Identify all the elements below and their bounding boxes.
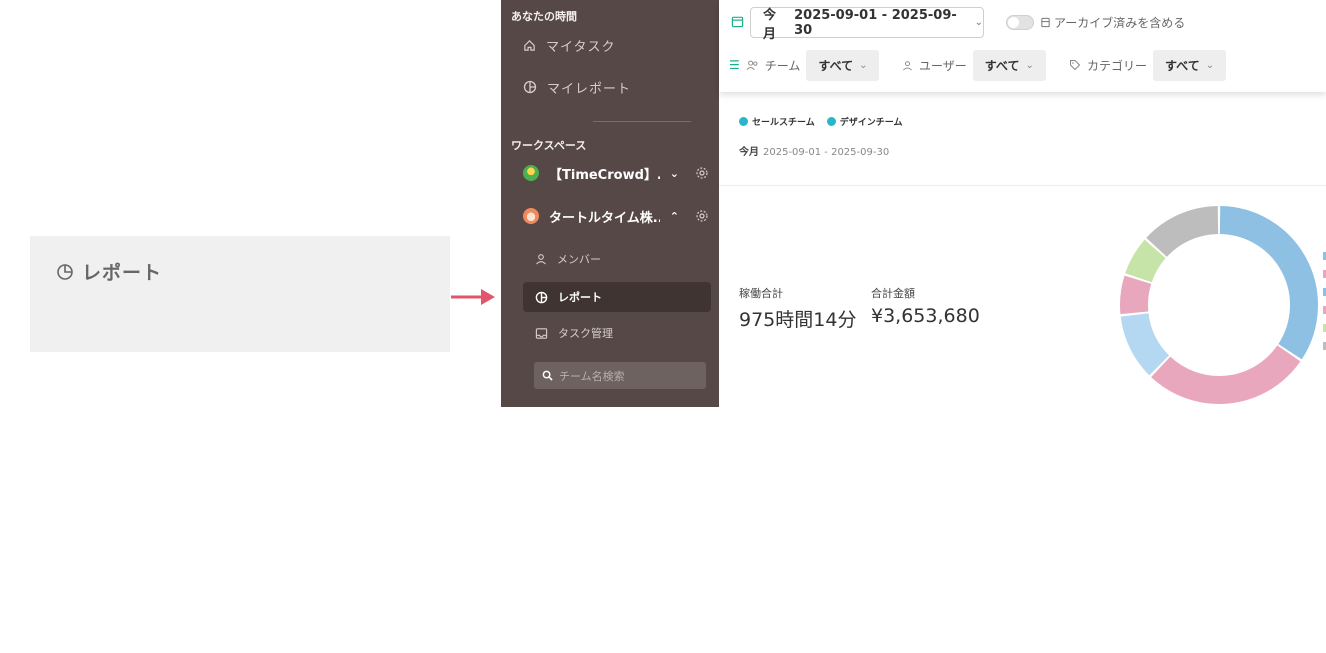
workspace-avatar [523,208,539,224]
team-search-input[interactable]: チーム名検索 [534,362,706,389]
sidebar-item-my-tasks[interactable]: マイタスク [523,31,709,59]
donut-slice[interactable] [1120,312,1170,376]
team-filter-label: チーム [764,58,801,73]
sidebar: あなたの時間 マイタスク マイレポート ワークスペース 【TimeCrowd】.… [501,0,719,407]
donut-slice[interactable] [1219,206,1318,360]
chevron-down-icon: ⌄ [859,59,868,71]
search-icon [542,370,553,381]
filter-bar: 今月 2025-09-01 - 2025-09-30 ⌄ アーカイブ済みを含める… [719,0,1326,92]
sidebar-item-label: マイタスク [546,39,616,55]
work-total-value: 975時間14分 [739,309,857,331]
include-archived-toggle[interactable] [1006,15,1034,30]
team-filter: ☰ チーム すべて ⌄ [729,49,880,81]
gear-icon[interactable] [695,209,709,223]
tag-icon [1070,60,1081,71]
team-select[interactable]: すべて ⌄ [806,49,880,81]
workspace-name: 【TimeCrowd】... [549,167,660,183]
archive-icon [1041,17,1050,28]
category-select[interactable]: すべて ⌄ [1153,49,1227,81]
sidebar-divider [593,121,691,122]
workspace-avatar [523,165,539,181]
filter-icon: ☰ [729,58,740,72]
selected-teams: セールスチーム デザインチーム [739,115,902,128]
period-label: 今月 [763,7,777,42]
search-placeholder: チーム名検索 [559,369,625,383]
team-chip: セールスチーム [739,115,815,128]
period-range: 2025-09-01 - 2025-09-30 [794,7,957,38]
selected-period: 今月 2025-09-01 - 2025-09-30 [739,147,890,158]
donut-slice[interactable] [1151,345,1301,404]
team-globe-icon [826,117,836,126]
category-filter: カテゴリー すべて ⌄ [1069,49,1227,81]
sidebar-item-task-management[interactable]: タスク管理 [523,318,711,348]
include-archived-label: アーカイブ済みを含める [1040,14,1185,31]
sidebar-item-my-report[interactable]: マイレポート [523,73,709,101]
work-total-stat: 稼働合計 975時間14分 [739,285,856,332]
amount-total-stat: 合計金額 ¥3,653,680 [871,285,980,327]
breakdown-donut-chart [1120,206,1318,404]
your-time-section-title: あなたの時間 [511,10,577,23]
chevron-down-icon: ⌄ [974,17,983,28]
inbox-icon [535,327,548,339]
pie-chart-icon [535,291,548,303]
category-filter-label: カテゴリー [1087,58,1148,73]
team-chip: デザインチーム [826,115,902,128]
donut-slice[interactable] [1125,239,1166,283]
sidebar-item-label: マイレポート [547,81,632,97]
donut-slice[interactable] [1120,275,1152,315]
sidebar-item-report[interactable]: レポート [523,282,711,312]
calendar-icon [731,16,744,28]
section-divider [719,185,1326,186]
callout-subtitle-row: レポート [56,258,424,285]
team-globe-icon [739,117,748,126]
pointer-arrow-icon [451,289,495,305]
chevron-down-icon: ⌄ [669,166,679,180]
donut-slice[interactable] [1146,206,1219,258]
pie-chart-icon [57,263,73,280]
sidebar-item-label: メンバー [557,253,601,266]
report-main: 今月 2025-09-01 - 2025-09-30 ⌄ アーカイブ済みを含める… [719,0,1326,407]
period-select[interactable]: 今月 2025-09-01 - 2025-09-30 ⌄ [750,7,984,42]
user-filter: ユーザー すべて ⌄ [902,49,1046,81]
user-filter-label: ユーザー [919,58,967,73]
gear-icon[interactable] [695,166,709,180]
amount-total-label: 合計金額 [871,287,915,300]
home-icon [524,39,535,51]
user-select[interactable]: すべて ⌄ [972,49,1046,81]
pie-chart-icon [523,80,537,94]
amount-total-value: ¥3,653,680 [871,305,980,327]
workspace-name: タートルタイム株... [549,210,660,226]
sidebar-item-label: タスク管理 [558,327,613,340]
team-icon [746,60,758,70]
callout-subtitle: レポート [82,262,163,284]
user-icon [536,254,546,265]
sidebar-item-members[interactable]: メンバー [523,244,711,274]
chevron-down-icon: ⌄ [1025,59,1034,71]
chevron-up-icon: ⌃ [669,209,679,223]
workspace-item-timecrowd[interactable]: 【TimeCrowd】... ⌄ [523,159,709,187]
sidebar-item-label: レポート [558,291,602,304]
chevron-down-icon: ⌄ [1205,59,1215,71]
user-icon [903,60,912,70]
workspace-section-title: ワークスペース [511,139,587,152]
workspace-item-turtletime[interactable]: タートルタイム株... ⌃ [523,202,709,230]
feature-callout: レポート チームの時間と原価レポート [30,236,1326,653]
work-total-label: 稼働合計 [739,287,783,300]
